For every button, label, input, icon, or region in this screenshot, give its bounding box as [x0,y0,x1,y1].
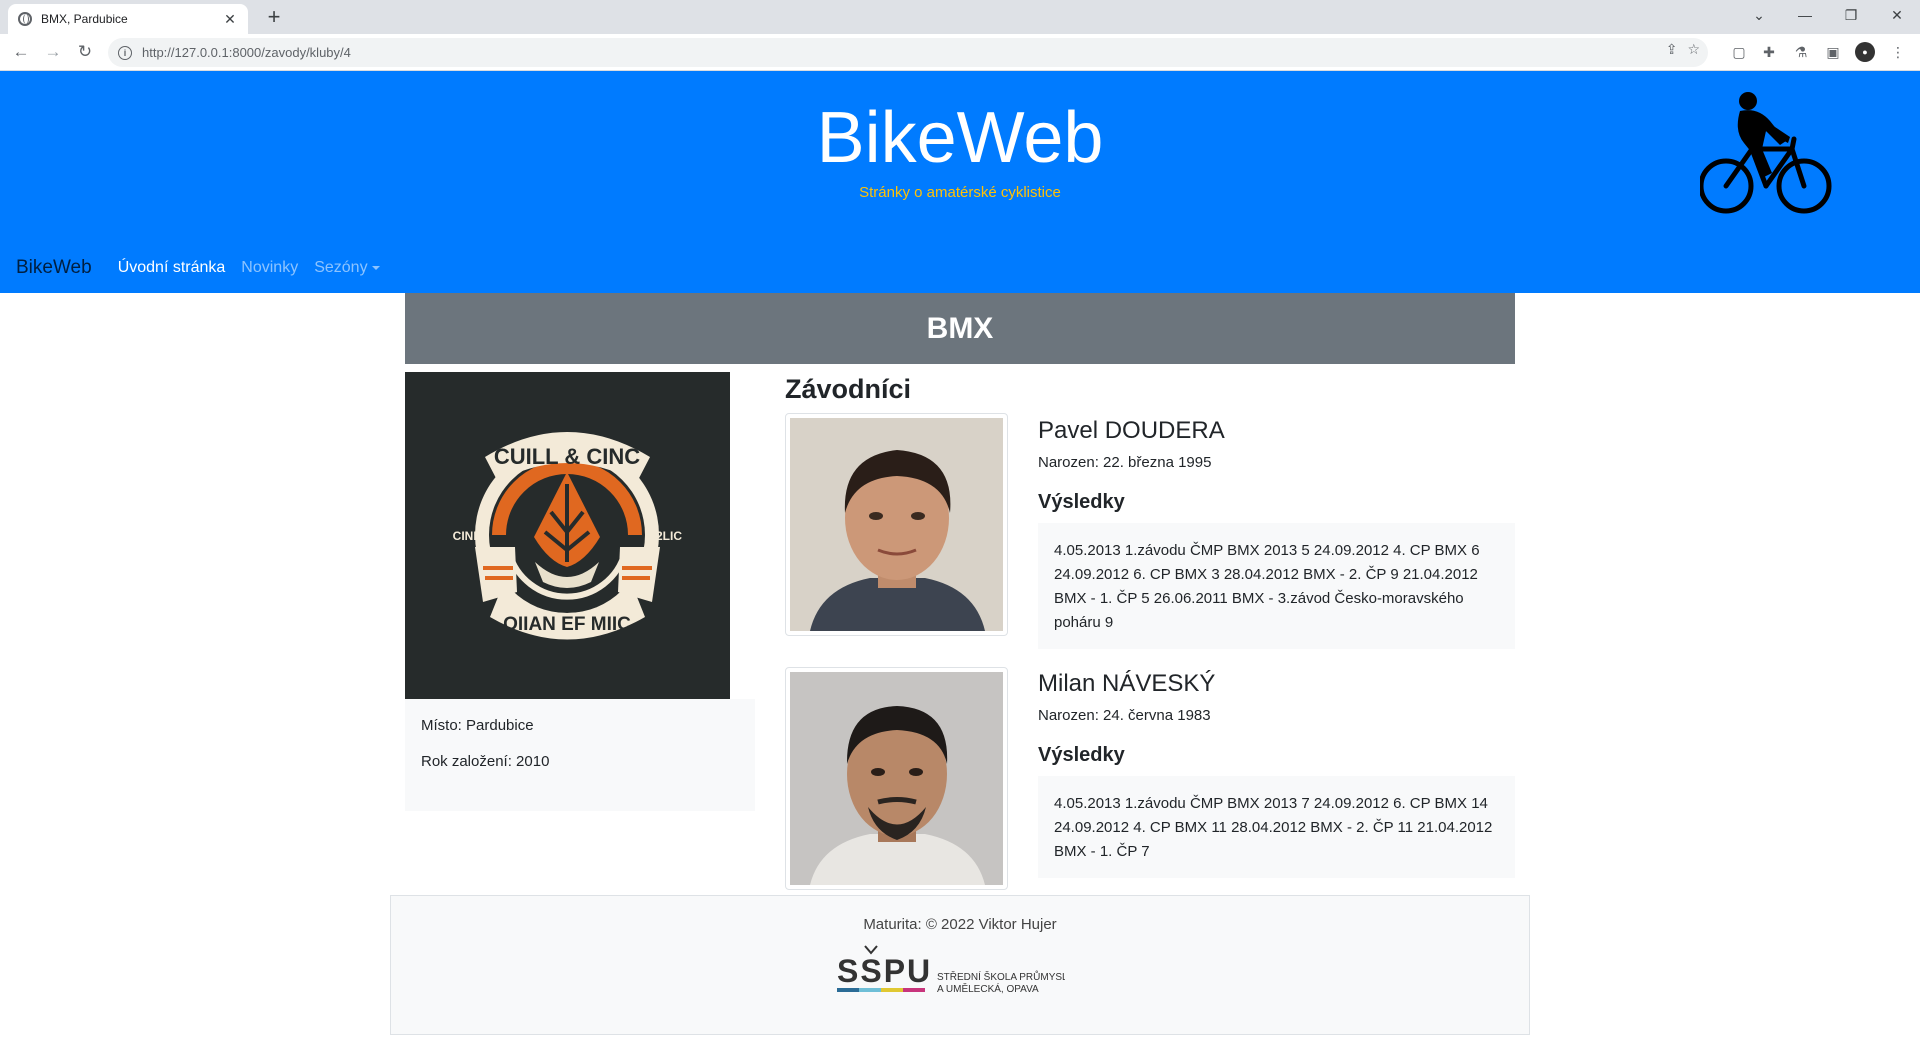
nav-home[interactable]: Úvodní stránka [118,259,226,277]
bookmark-star-icon[interactable]: ☆ [1687,41,1700,58]
address-bar: ← → ↻ i http://127.0.0.1:8000/zavody/klu… [0,34,1920,71]
club-name-header: BMX [405,293,1515,364]
logo-text-top: CUILL & CINC [494,444,640,469]
close-window-icon[interactable]: ✕ [1874,0,1920,30]
school-logo: SSPU STŘEDNÍ ŠKOLA PRŮMYSLOVÁ A UMĚLECKÁ… [837,945,1065,995]
racer-photo [785,413,1008,636]
nav-news[interactable]: Novinky [241,259,298,277]
menu-dots-icon[interactable]: ⋮ [1888,42,1908,62]
logo-text-right: 2LIC [656,529,682,543]
globe-icon [18,12,32,26]
url-field[interactable]: i http://127.0.0.1:8000/zavody/kluby/4 ⇪… [108,38,1708,67]
flask-icon[interactable]: ⚗ [1791,42,1811,62]
racer-photo [785,667,1008,890]
side-panel-icon[interactable]: ▣ [1823,42,1843,62]
racer-results: 4.05.2013 1.závodu ČMP BMX 2013 7 24.09.… [1038,776,1515,878]
forward-icon[interactable]: → [41,40,65,64]
racer-name: Pavel DOUDERA [1038,417,1225,444]
browser-tabbar: BMX, Pardubice ✕ + ⌄ — ❐ ✕ [0,0,1920,34]
club-founded: Rok založení: 2010 [421,753,550,770]
url-text: http://127.0.0.1:8000/zavody/kluby/4 [142,45,351,60]
puzzle-icon[interactable]: ✚ [1759,42,1779,62]
club-info-card: Místo: Pardubice Rok založení: 2010 [405,699,755,811]
site-title: BikeWeb [816,98,1104,178]
nav-seasons-label: Sezóny [314,259,368,276]
share-icon[interactable]: ⇪ [1666,41,1678,58]
results-heading: Výsledky [1038,491,1125,513]
page: BikeWeb Stránky o amatérské cyklistice B… [0,71,1920,1040]
racer-portrait [790,672,1003,885]
club-place: Místo: Pardubice [421,717,534,734]
racer-birthdate: Narozen: 22. března 1995 [1038,454,1212,471]
site-subtitle: Stránky o amatérské cyklistice [859,184,1061,201]
new-tab-button[interactable]: + [262,5,286,29]
school-name-line1: STŘEDNÍ ŠKOLA PRŮMYSLOVÁ [937,970,1065,983]
nav-seasons-dropdown[interactable]: Sezóny [314,259,380,277]
restore-icon[interactable]: ❐ [1828,0,1874,30]
racer-results: 4.05.2013 1.závodu ČMP BMX 2013 5 24.09.… [1038,523,1515,649]
footer: Maturita: © 2022 Viktor Hujer SSPU STŘED… [390,895,1530,1035]
results-heading: Výsledky [1038,744,1125,766]
cyclist-icon [1700,92,1832,214]
minimize-icon[interactable]: — [1782,0,1828,30]
reload-icon[interactable]: ↻ [73,40,97,64]
logo-text-bottom: OIIAN EF MIIC [503,614,631,635]
club-emblem: CUILL & CINC OIIAN EF MIIC CINE 2LIC [453,432,682,640]
navbar-brand[interactable]: BikeWeb [16,257,92,279]
racer-birthdate: Narozen: 24. června 1983 [1038,707,1211,724]
tab-close-button[interactable]: ✕ [222,11,238,28]
extension-icon[interactable]: ▢ [1729,42,1749,62]
school-abbr: SSPU [837,953,932,989]
profile-avatar[interactable]: ● [1855,42,1875,62]
browser-tab[interactable]: BMX, Pardubice ✕ [8,4,248,34]
school-name-line2: A UMĚLECKÁ, OPAVA [937,982,1039,995]
caret-down-icon [371,265,380,270]
footer-credit: Maturita: © 2022 Viktor Hujer [863,916,1057,933]
back-icon[interactable]: ← [9,40,33,64]
tab-title: BMX, Pardubice [41,12,128,26]
main-navbar: BikeWeb Úvodní stránka Novinky Sezóny [0,243,1920,293]
racer-name: Milan NÁVESKÝ [1038,670,1216,697]
tab-search-icon[interactable]: ⌄ [1736,0,1782,30]
racers-heading: Závodníci [785,374,912,404]
club-logo: CUILL & CINC OIIAN EF MIIC CINE 2LIC [405,372,730,699]
site-info-icon[interactable]: i [118,45,132,60]
logo-text-left: CINE [453,529,482,543]
racer-portrait [790,418,1003,631]
